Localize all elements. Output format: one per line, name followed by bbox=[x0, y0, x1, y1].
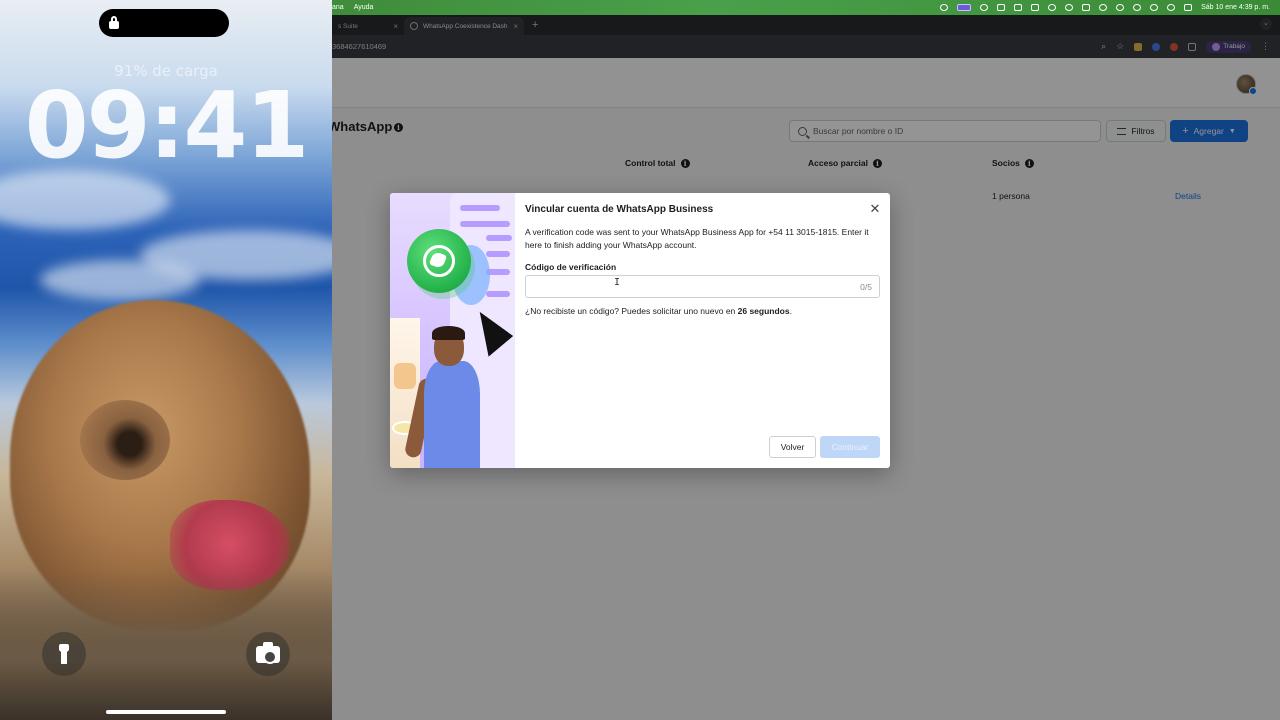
status-icon[interactable] bbox=[980, 4, 989, 11]
illustration-line bbox=[486, 235, 512, 241]
flashlight-button[interactable] bbox=[42, 632, 86, 676]
status-icon[interactable] bbox=[1031, 4, 1040, 11]
illustration-person-hair bbox=[432, 326, 465, 340]
status-icon[interactable] bbox=[997, 4, 1006, 11]
whatsapp-logo-icon bbox=[407, 229, 471, 293]
status-icon[interactable] bbox=[1133, 4, 1142, 11]
screen-record-icon[interactable] bbox=[957, 4, 972, 11]
lock-screen-clock: 09:41 bbox=[24, 72, 310, 179]
home-indicator[interactable] bbox=[106, 710, 226, 714]
headphones-icon[interactable] bbox=[1099, 4, 1108, 11]
resend-code-text: ¿No recibiste un código? Puedes solicita… bbox=[525, 306, 792, 316]
phone-lock-screen: 91% de carga 09:41 bbox=[0, 0, 332, 720]
dynamic-island bbox=[99, 9, 229, 37]
continue-button[interactable]: Continuar bbox=[820, 436, 880, 458]
verification-code-label: Código de verificación bbox=[525, 262, 617, 272]
play-icon[interactable] bbox=[1048, 4, 1057, 11]
illustration-line bbox=[486, 251, 510, 257]
resend-suffix: . bbox=[789, 306, 792, 316]
resend-countdown: 26 segundos bbox=[737, 306, 790, 316]
lock-icon bbox=[109, 16, 119, 29]
status-icon[interactable] bbox=[940, 4, 949, 11]
camera-button[interactable] bbox=[246, 632, 290, 676]
link-whatsapp-dialog: Vincular cuenta de WhatsApp Business ✕ A… bbox=[390, 193, 890, 468]
illustration-line bbox=[460, 221, 510, 227]
resend-prefix: ¿No recibiste un código? Puedes solicita… bbox=[525, 306, 738, 316]
cloud bbox=[0, 170, 170, 230]
volume-icon[interactable] bbox=[1082, 4, 1091, 11]
whatsapp-illustration bbox=[390, 193, 515, 468]
mac-menu-bar: ana Ayuda Sáb 10 ene 4:39 p. m. bbox=[332, 0, 1280, 15]
dialog-title: Vincular cuenta de WhatsApp Business bbox=[525, 204, 714, 215]
illustration-line bbox=[486, 291, 510, 297]
menu-item-window[interactable]: ana bbox=[332, 4, 344, 11]
calendar-icon[interactable] bbox=[1014, 4, 1023, 11]
flashlight-icon bbox=[59, 644, 69, 664]
close-icon[interactable]: ✕ bbox=[868, 202, 882, 216]
menu-item-help[interactable]: Ayuda bbox=[354, 4, 374, 11]
search-icon[interactable] bbox=[1167, 4, 1176, 11]
illustration-pancakes bbox=[394, 363, 416, 389]
camera-icon bbox=[256, 641, 280, 664]
verification-code-field[interactable]: 0/5 bbox=[525, 275, 880, 298]
dialog-description: A verification code was sent to your Wha… bbox=[525, 227, 869, 250]
illustration-line bbox=[460, 205, 500, 211]
dog-face bbox=[80, 400, 170, 480]
control-center-icon[interactable] bbox=[1184, 4, 1193, 11]
cloud bbox=[40, 260, 200, 300]
dialog-body: Vincular cuenta de WhatsApp Business ✕ A… bbox=[525, 193, 890, 468]
verification-code-input[interactable] bbox=[526, 276, 846, 297]
bluetooth-icon[interactable] bbox=[1116, 4, 1125, 11]
character-counter: 0/5 bbox=[860, 282, 872, 292]
status-icon[interactable] bbox=[1065, 4, 1074, 11]
text-cursor-icon: I bbox=[614, 277, 621, 288]
back-button[interactable]: Volver bbox=[769, 436, 816, 458]
menu-bar-clock[interactable]: Sáb 10 ene 4:39 p. m. bbox=[1201, 4, 1270, 11]
wifi-icon[interactable] bbox=[1150, 4, 1159, 11]
illustration-person-body bbox=[424, 361, 480, 468]
